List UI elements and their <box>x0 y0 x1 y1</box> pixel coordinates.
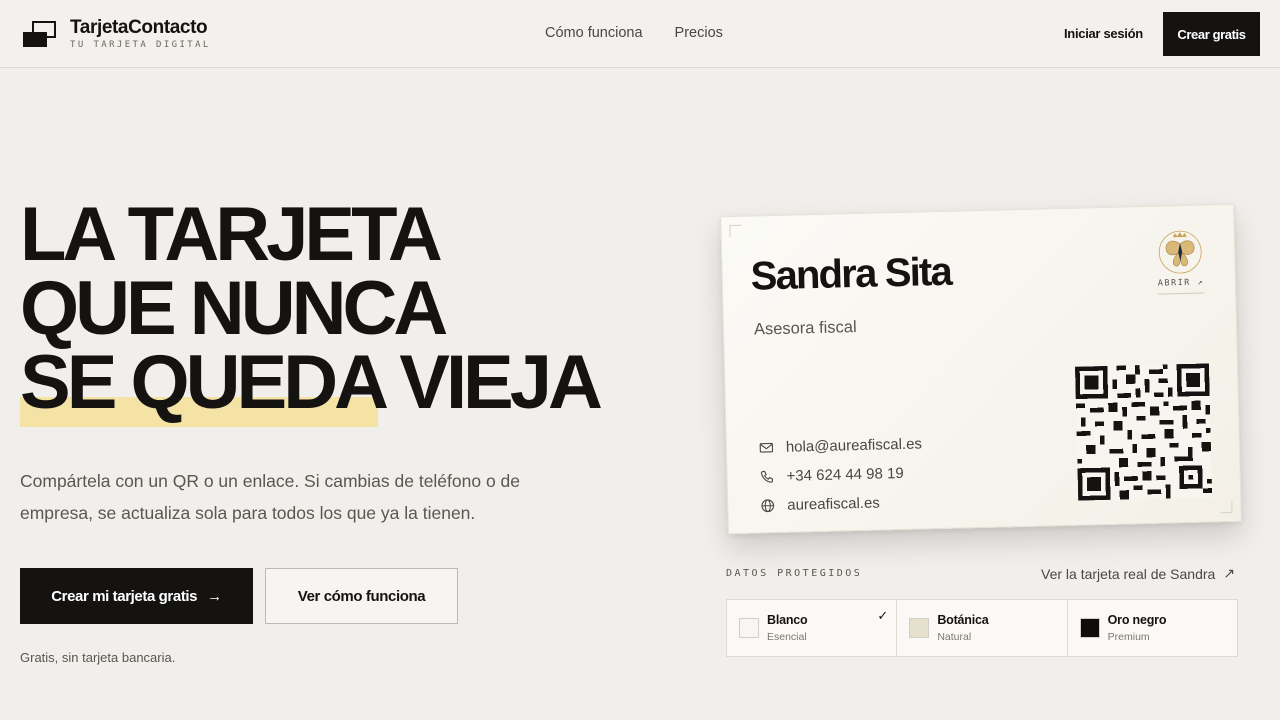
theme-swatch <box>1079 618 1100 638</box>
real-card-link-label: Ver la tarjeta real de Sandra <box>1041 565 1216 582</box>
contact-phone-row[interactable]: +34 624 44 98 19 <box>759 463 923 486</box>
theme-name: Botánica <box>937 613 989 627</box>
arrow-right-icon: → <box>207 587 222 605</box>
brand-name: TarjetaContacto <box>70 17 208 38</box>
protected-data-label: DATOS PROTEGIDOS <box>726 568 863 579</box>
theme-swatch <box>909 618 930 638</box>
brand-tagline: TU TARJETA DIGITAL <box>70 40 211 50</box>
how-it-works-button[interactable]: Ver cómo funciona <box>265 568 458 624</box>
real-card-link[interactable]: Ver la tarjeta real de Sandra ↗ <box>1041 565 1235 582</box>
theme-name: Blanco <box>767 613 808 627</box>
external-arrow-icon: ↗ <box>1223 565 1236 581</box>
theme-name: Oro negro <box>1107 613 1167 627</box>
free-note: Gratis, sin tarjeta bancaria. <box>20 650 176 665</box>
card-name: Sandra Sita <box>750 249 952 299</box>
hero-subtitle: Compártela con un QR o un enlace. Si cam… <box>20 471 521 523</box>
theme-option-blanco[interactable]: Blanco Esencial ✓ <box>727 600 898 656</box>
card-role: Asesora fiscal <box>753 318 857 339</box>
hero-headline: LA TARJETA QUE NUNCA SE QUEDA VIEJA <box>20 192 603 425</box>
theme-selector: Blanco Esencial ✓ Botánica Natural Oro n… <box>726 599 1238 657</box>
nav-precios[interactable]: Precios <box>675 25 723 41</box>
contact-web-row[interactable]: aureafiscal.es <box>760 492 924 515</box>
create-card-button[interactable]: Crear mi tarjeta gratis → <box>20 568 253 624</box>
theme-swatch <box>739 618 759 638</box>
theme-option-oro-negro[interactable]: Oro negro Premium <box>1068 600 1237 656</box>
mail-icon <box>759 442 774 453</box>
globe-icon <box>761 499 775 513</box>
open-card-link: ABRIR ↗ <box>1157 277 1205 295</box>
create-card-label: Crear mi tarjeta gratis <box>51 587 198 605</box>
theme-option-botanica[interactable]: Botánica Natural <box>897 600 1068 656</box>
business-card-preview: Sandra Sita Asesora fiscal ABRIR ↗ hola@… <box>720 203 1242 535</box>
phone-icon <box>760 470 774 483</box>
card-brand-block[interactable]: ABRIR ↗ <box>1156 228 1206 295</box>
signup-button[interactable]: Crear gratis <box>1163 12 1260 56</box>
contact-phone: +34 624 44 98 19 <box>786 464 904 485</box>
theme-tier: Natural <box>937 631 972 643</box>
nav-como-funciona[interactable]: Cómo funciona <box>545 25 643 41</box>
card-contacts: hola@aureafiscal.es +34 624 44 98 19 aur… <box>759 434 924 515</box>
card-corner-mark <box>729 224 742 238</box>
theme-tier: Premium <box>1107 631 1150 643</box>
main-nav: Cómo funciona Precios <box>545 25 723 41</box>
login-link[interactable]: Iniciar sesión <box>1064 26 1143 41</box>
contact-website: aureafiscal.es <box>787 494 881 514</box>
card-corner-mark <box>1220 500 1233 514</box>
headline-line-3: SE QUEDA VIEJA <box>20 340 603 425</box>
brand-logo-link[interactable]: TarjetaContacto TU TARJETA DIGITAL <box>22 17 211 50</box>
contact-email-row[interactable]: hola@aureafiscal.es <box>759 434 923 457</box>
headline-line-1: LA TARJETA <box>20 192 443 277</box>
qr-code-icon[interactable] <box>1074 363 1213 501</box>
theme-tier: Esencial <box>767 631 807 643</box>
check-icon: ✓ <box>877 608 889 623</box>
headline-line-2: QUE NUNCA <box>20 266 448 351</box>
butterfly-crown-logo-icon <box>1158 230 1202 274</box>
contact-email: hola@aureafiscal.es <box>785 435 923 456</box>
cards-logo-icon <box>22 19 58 49</box>
site-header: TarjetaContacto TU TARJETA DIGITAL Cómo … <box>0 0 1280 68</box>
